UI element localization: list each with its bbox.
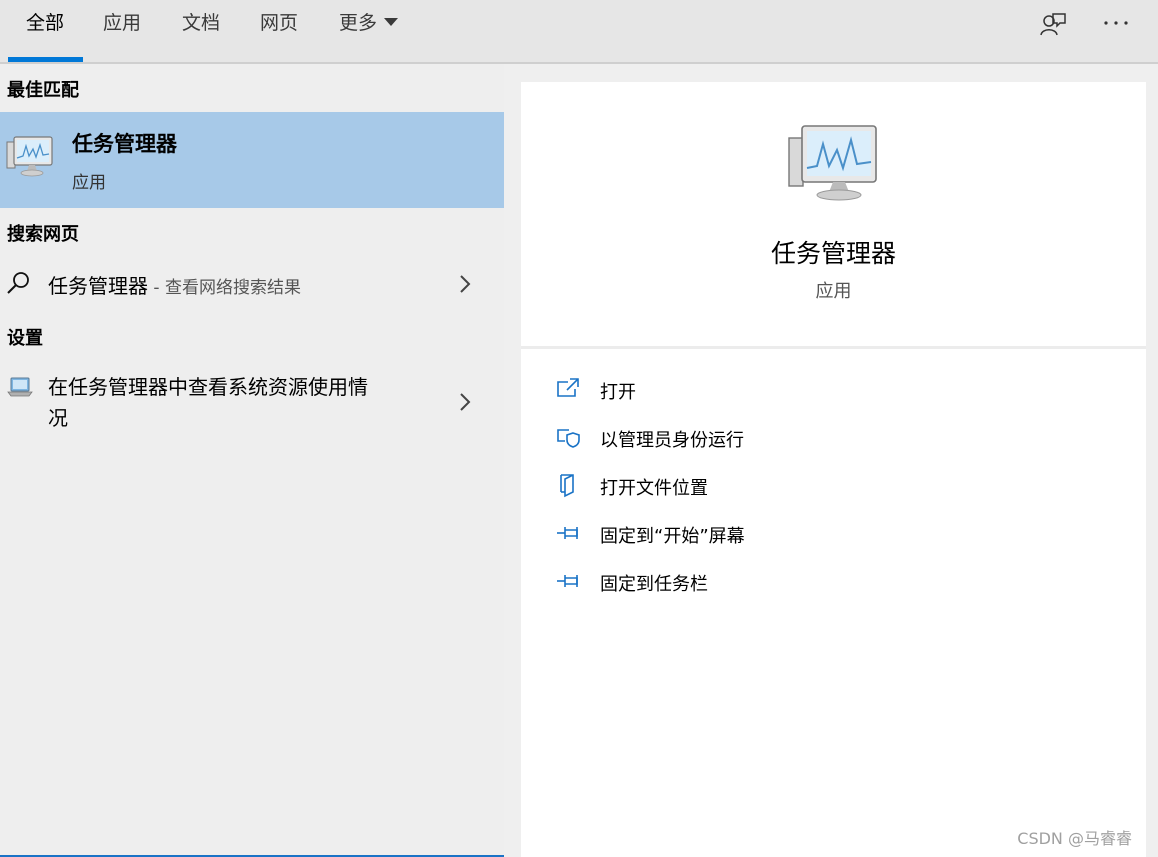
settings-result-text: 在任务管理器中查看系统资源使用情 况: [48, 372, 368, 434]
more-options-icon[interactable]: [1101, 10, 1131, 40]
settings-result-line1: 在任务管理器中查看系统资源使用情: [48, 375, 368, 399]
action-pin-to-start[interactable]: 固定到“开始”屏幕: [555, 520, 1115, 550]
section-best-match: 最佳匹配: [7, 80, 79, 101]
laptop-settings-icon: [6, 374, 34, 404]
best-match-result[interactable]: 任务管理器 应用: [0, 112, 504, 208]
action-pin-to-taskbar-label: 固定到任务栏: [600, 574, 708, 595]
tab-web[interactable]: 网页: [260, 0, 298, 62]
action-run-as-admin[interactable]: 以管理员身份运行: [555, 424, 1115, 454]
task-manager-icon: [785, 122, 883, 202]
open-icon: [555, 376, 581, 402]
settings-result-line2: 况: [48, 406, 68, 430]
preview-pane: 任务管理器 应用 打开 以管理员身份运行 打开文件位置 固定到“开始”屏幕 固定…: [521, 82, 1146, 857]
tab-more-label: 更多: [339, 12, 378, 34]
web-search-query: 任务管理器: [48, 274, 148, 298]
chevron-right-icon[interactable]: [457, 392, 473, 412]
best-match-title: 任务管理器: [72, 132, 177, 156]
feedback-icon[interactable]: [1038, 10, 1068, 40]
web-search-result[interactable]: 任务管理器 - 查看网络搜索结果: [0, 260, 504, 308]
file-location-icon: [555, 472, 581, 498]
action-open-label: 打开: [600, 382, 636, 403]
preview-subtitle: 应用: [815, 281, 852, 302]
pin-icon: [555, 520, 581, 546]
tab-apps[interactable]: 应用: [103, 0, 141, 62]
tab-web-label: 网页: [260, 12, 299, 34]
action-run-as-admin-label: 以管理员身份运行: [600, 430, 744, 451]
chevron-right-icon[interactable]: [457, 274, 473, 294]
action-pin-to-taskbar[interactable]: 固定到任务栏: [555, 568, 1115, 598]
pin-icon: [555, 568, 581, 594]
results-pane: 最佳匹配 任务管理器 应用 搜索网页 任务管理器 - 查看网络搜索结果 设置 在…: [0, 64, 504, 857]
best-match-subtitle: 应用: [72, 173, 106, 193]
section-web-search: 搜索网页: [7, 224, 79, 245]
preview-title: 任务管理器: [770, 239, 896, 268]
tab-documents[interactable]: 文档: [182, 0, 220, 62]
tab-more[interactable]: 更多: [339, 0, 399, 62]
tab-all-label: 全部: [26, 12, 65, 34]
task-manager-icon: [5, 134, 55, 178]
section-settings: 设置: [7, 328, 43, 349]
action-open-file-location-label: 打开文件位置: [600, 478, 708, 499]
action-open-file-location[interactable]: 打开文件位置: [555, 472, 1115, 502]
web-search-text: 任务管理器 - 查看网络搜索结果: [48, 270, 301, 299]
preview-header: 任务管理器 应用: [521, 82, 1146, 349]
chevron-down-icon: [384, 18, 399, 26]
action-open[interactable]: 打开: [555, 376, 1115, 406]
settings-result[interactable]: 在任务管理器中查看系统资源使用情 况: [0, 366, 504, 438]
action-pin-to-start-label: 固定到“开始”屏幕: [600, 526, 745, 547]
tab-all[interactable]: 全部: [26, 0, 64, 62]
shield-icon: [555, 424, 581, 450]
tab-apps-label: 应用: [103, 12, 142, 34]
active-tab-indicator: [8, 57, 83, 62]
search-filter-bar: 全部 应用 文档 网页 更多: [0, 0, 1158, 64]
search-icon: [6, 270, 32, 300]
web-search-hint: - 查看网络搜索结果: [148, 278, 301, 298]
watermark: CSDN @马睿睿: [1017, 829, 1132, 848]
tab-documents-label: 文档: [182, 12, 221, 34]
